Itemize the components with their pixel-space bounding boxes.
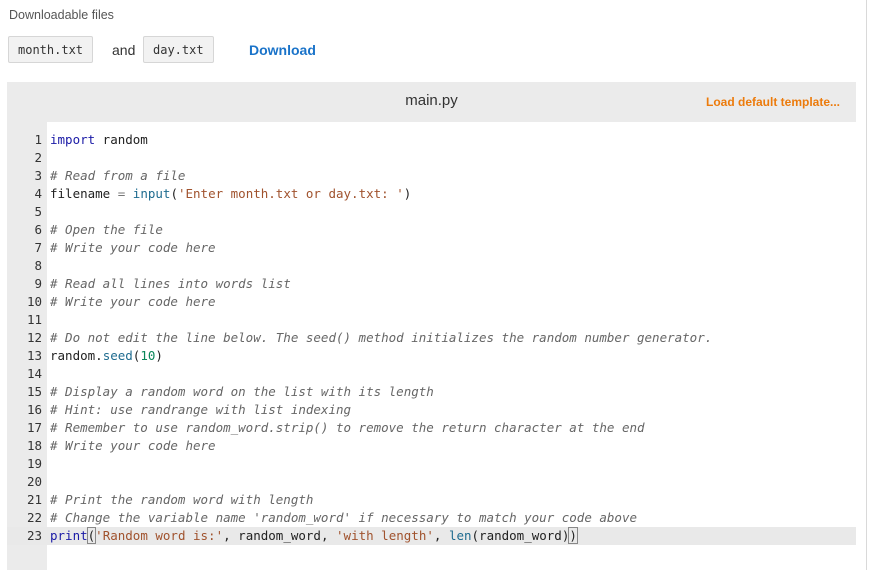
line-number: 17 — [26, 420, 42, 435]
editor-header: main.py Load default template... — [7, 82, 856, 122]
code-line-1: 1 import random — [7, 131, 856, 149]
code-comment: # Do not edit the line below. The seed()… — [50, 330, 713, 345]
code-string: 'with length' — [336, 528, 434, 543]
line-number: 19 — [26, 456, 42, 471]
code-line-3: 3 # Read from a file — [7, 167, 856, 185]
code-comment: # Write your code here — [50, 438, 216, 453]
code-text: filename — [50, 186, 111, 201]
code-line-19: 19 — [7, 455, 856, 473]
line-number: 7 — [34, 240, 42, 255]
and-label: and — [112, 42, 136, 58]
load-default-template-button[interactable]: Load default template... — [706, 95, 840, 109]
line-number: 6 — [34, 222, 42, 237]
line-number: 14 — [26, 366, 42, 381]
line-number: 11 — [26, 312, 42, 327]
code-line-23-active: 23 print('Random word is:', random_word, … — [7, 527, 856, 545]
code-operator: = — [110, 186, 133, 201]
line-number: 16 — [26, 402, 42, 417]
keyword: import — [50, 132, 96, 147]
code-comment: # Write your code here — [50, 240, 216, 255]
downloadable-files-title: Downloadable files — [9, 8, 114, 22]
line-number: 20 — [26, 474, 42, 489]
code-comment: # Read all lines into words list — [50, 276, 291, 291]
matching-bracket: ) — [568, 527, 578, 544]
code-comment: # Read from a file — [50, 168, 186, 183]
code-comment: # Change the variable name 'random_word'… — [50, 510, 637, 525]
code-line-21: 21 # Print the random word with length — [7, 491, 856, 509]
code-line-5: 5 — [7, 203, 856, 221]
code-text: random — [95, 132, 148, 147]
code-comment: # Remember to use random_word.strip() to… — [50, 420, 645, 435]
line-number: 9 — [34, 276, 42, 291]
code-function: print — [50, 528, 88, 543]
code-comment: # Open the file — [50, 222, 163, 237]
code-number: 10 — [140, 348, 156, 363]
code-string: 'Random word is:' — [95, 528, 224, 543]
line-number: 3 — [34, 168, 42, 183]
code-line-9: 9 # Read all lines into words list — [7, 275, 856, 293]
code-function: input — [132, 186, 171, 201]
code-text: random_word — [479, 528, 562, 543]
line-number: 4 — [34, 186, 42, 201]
text-cursor — [576, 529, 578, 544]
code-function: len — [448, 528, 472, 543]
line-number: 10 — [26, 294, 42, 309]
line-number: 8 — [34, 258, 42, 273]
code-line-15: 15 # Display a random word on the list wi… — [7, 383, 856, 401]
code-line-13: 13 random.seed(10) — [7, 347, 856, 365]
line-number: 23 — [26, 528, 42, 543]
code-comment: # Write your code here — [50, 294, 216, 309]
file-chip-day[interactable]: day.txt — [143, 36, 214, 63]
line-number: 5 — [34, 204, 42, 219]
code-line-22: 22 # Change the variable name 'random_wor… — [7, 509, 856, 527]
code-line-10: 10 # Write your code here — [7, 293, 856, 311]
code-line-4: 4 filename = input('Enter month.txt or da… — [7, 185, 856, 203]
page-right-border — [866, 0, 867, 570]
code-function: seed — [102, 348, 133, 363]
code-comment: # Hint: use randrange with list indexing — [50, 402, 352, 417]
code-comment: # Display a random word on the list with… — [50, 384, 434, 399]
line-number: 13 — [26, 348, 42, 363]
code-area[interactable]: 1 import random 2 3 # Read from a file 4 fi… — [7, 131, 856, 545]
code-line-17: 17 # Remember to use random_word.strip() … — [7, 419, 856, 437]
code-line-6: 6 # Open the file — [7, 221, 856, 239]
code-text: random — [50, 348, 96, 363]
code-line-11: 11 — [7, 311, 856, 329]
line-number: 12 — [26, 330, 42, 345]
file-chip-month[interactable]: month.txt — [8, 36, 94, 63]
code-line-7: 7 # Write your code here — [7, 239, 856, 257]
code-line-16: 16 # Hint: use randrange with list indexi… — [7, 401, 856, 419]
line-number: 18 — [26, 438, 42, 453]
code-comment: # Print the random word with length — [50, 492, 314, 507]
code-line-8: 8 — [7, 257, 856, 275]
code-editor[interactable]: 1 import random 2 3 # Read from a file 4 fi… — [7, 122, 856, 570]
code-line-18: 18 # Write your code here — [7, 437, 856, 455]
line-number: 22 — [26, 510, 42, 525]
line-number: 2 — [34, 150, 42, 165]
code-line-12: 12 # Do not edit the line below. The seed… — [7, 329, 856, 347]
code-line-2: 2 — [7, 149, 856, 167]
download-link[interactable]: Download — [249, 42, 316, 58]
line-number: 15 — [26, 384, 42, 399]
code-text: random_word — [238, 528, 321, 543]
line-number: 21 — [26, 492, 42, 507]
code-string: 'Enter month.txt or day.txt: ' — [177, 186, 404, 201]
code-line-14: 14 — [7, 365, 856, 383]
code-line-20: 20 — [7, 473, 856, 491]
line-number: 1 — [34, 132, 42, 147]
